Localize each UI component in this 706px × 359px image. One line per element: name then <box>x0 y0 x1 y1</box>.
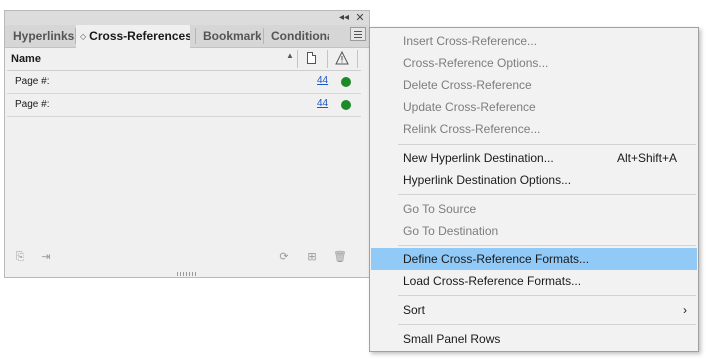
menu-item-load-cross-reference-formats[interactable]: Load Cross-Reference Formats... <box>371 270 697 292</box>
tab-hyperlinks[interactable]: Hyperlinks <box>13 25 75 47</box>
tab-cross-references[interactable]: ◇ Cross-References <box>76 25 190 48</box>
table-row[interactable]: Page #: 44 <box>7 71 361 94</box>
menu-separator <box>398 324 696 325</box>
menu-item-sort[interactable]: Sort › <box>371 299 697 321</box>
menu-item-label: Small Panel Rows <box>403 332 501 346</box>
cross-references-panel: ◂◂ ✕ Hyperlinks ◇ Cross-References Bookma… <box>4 10 370 278</box>
menu-item-small-panel-rows[interactable]: Small Panel Rows <box>371 328 697 350</box>
menu-separator <box>398 144 696 145</box>
tab-divider <box>263 28 264 44</box>
table-row[interactable]: Page #: 44 <box>7 94 361 117</box>
menu-item-label: Update Cross-Reference <box>403 100 536 114</box>
menu-item-label: Relink Cross-Reference... <box>403 122 541 136</box>
row-name: Page #: <box>15 76 50 87</box>
trash-icon[interactable]: 🗑 <box>333 250 347 264</box>
collapse-panel-icon[interactable]: ◂◂ <box>337 11 351 25</box>
tab-bookmarks[interactable]: Bookmarks <box>203 25 261 47</box>
tab-cross-references-label: Cross-References <box>89 29 190 43</box>
close-panel-icon[interactable]: ✕ <box>354 11 366 25</box>
panel-bottom-toolbar: ⎘ ⇥ ⟳ ⊞ 🗑 <box>5 247 369 267</box>
tab-sort-icon: ◇ <box>80 32 87 41</box>
menu-item-insert-cross-reference[interactable]: Insert Cross-Reference... <box>371 30 697 52</box>
menu-item-label: Go To Source <box>403 202 477 216</box>
row-page-link[interactable]: 44 <box>317 71 328 91</box>
menu-separator <box>398 245 696 246</box>
menu-item-label: Go To Destination <box>403 224 499 238</box>
tab-bookmarks-label: Bookmarks <box>203 29 261 43</box>
go-to-source-icon[interactable]: ⇥ <box>39 250 53 264</box>
resize-grip[interactable] <box>177 272 197 276</box>
menu-item-label: Delete Cross-Reference <box>403 78 532 92</box>
menu-item-new-hyperlink-destination[interactable]: New Hyperlink Destination... Alt+Shift+A <box>371 147 697 169</box>
status-ok-icon <box>341 100 351 110</box>
panel-tabs: Hyperlinks ◇Cross-References Bookmarks C… <box>5 25 369 48</box>
cross-references-list: Name ▲ Page #: 44 Page #: 44 <box>7 48 361 242</box>
tab-conditional-text[interactable]: Conditional Text <box>271 25 329 47</box>
hamburger-icon <box>354 31 362 32</box>
update-icon[interactable]: ⟳ <box>277 250 291 264</box>
sort-ascending-icon[interactable]: ▲ <box>286 51 294 60</box>
tab-divider <box>195 28 196 44</box>
menu-item-cross-reference-options[interactable]: Cross-Reference Options... <box>371 52 697 74</box>
page-column-icon[interactable] <box>307 52 316 64</box>
relink-icon[interactable]: ⎘ <box>13 250 27 264</box>
menu-item-delete-cross-reference[interactable]: Delete Cross-Reference <box>371 74 697 96</box>
menu-separator <box>398 295 696 296</box>
menu-item-label: Load Cross-Reference Formats... <box>403 274 582 288</box>
menu-item-label: Cross-Reference Options... <box>403 56 549 70</box>
menu-item-hyperlink-destination-options[interactable]: Hyperlink Destination Options... <box>371 169 697 191</box>
menu-item-define-cross-reference-formats[interactable]: Define Cross-Reference Formats... <box>371 248 697 270</box>
new-cross-reference-icon[interactable]: ⊞ <box>305 250 319 264</box>
tab-conditional-text-label: Conditional Text <box>271 29 329 43</box>
row-name: Page #: <box>15 99 50 110</box>
column-divider <box>357 50 358 68</box>
row-page-link[interactable]: 44 <box>317 94 328 114</box>
column-header-name[interactable]: Name <box>11 48 41 70</box>
panel-flyout-menu: Insert Cross-Reference... Cross-Referenc… <box>369 27 699 352</box>
list-header: Name ▲ <box>7 48 361 71</box>
menu-item-label: Sort <box>403 303 426 317</box>
column-divider <box>327 50 328 68</box>
column-divider <box>297 50 298 68</box>
menu-item-label: New Hyperlink Destination... <box>403 151 554 165</box>
menu-item-go-to-destination[interactable]: Go To Destination <box>371 220 697 242</box>
menu-item-go-to-source[interactable]: Go To Source <box>371 198 697 220</box>
submenu-arrow-icon: › <box>683 303 687 317</box>
menu-item-label: Hyperlink Destination Options... <box>403 173 572 187</box>
menu-item-label: Insert Cross-Reference... <box>403 34 538 48</box>
menu-item-shortcut: Alt+Shift+A <box>616 151 677 165</box>
status-warning-icon[interactable] <box>335 51 349 65</box>
menu-item-label: Define Cross-Reference Formats... <box>403 252 590 266</box>
tab-hyperlinks-label: Hyperlinks <box>13 29 75 43</box>
panel-title-bar[interactable]: ◂◂ ✕ <box>5 11 369 26</box>
menu-separator <box>398 194 696 195</box>
menu-item-relink-cross-reference[interactable]: Relink Cross-Reference... <box>371 118 697 140</box>
menu-item-update-cross-reference[interactable]: Update Cross-Reference <box>371 96 697 118</box>
panel-menu-button[interactable] <box>350 27 366 41</box>
status-ok-icon <box>341 77 351 87</box>
